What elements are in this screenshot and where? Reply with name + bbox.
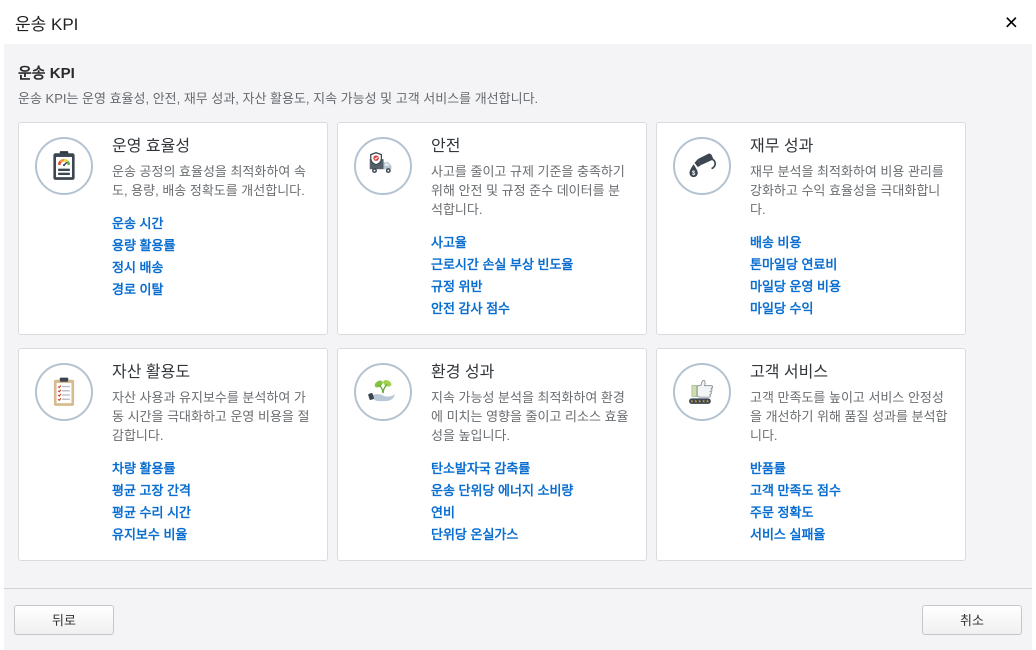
kpi-card-grid: 운영 효율성 운송 공정의 효율성을 최적화하여 속도, 용량, 배송 정확도를… <box>18 122 1018 561</box>
fuel-nozzle-dollar-icon: $ <box>685 149 719 183</box>
kpi-link[interactable]: 차량 활용률 <box>112 458 311 479</box>
kpi-link[interactable]: 마일당 운영 비용 <box>750 276 949 297</box>
card-icon-circle <box>35 363 93 421</box>
kpi-card-financial-performance: $ 재무 성과 재무 분석을 최적화하여 비용 관리를 강화하고 수익 효율성을… <box>656 122 966 335</box>
kpi-link[interactable]: 배송 비용 <box>750 232 949 253</box>
kpi-link[interactable]: 고객 만족도 점수 <box>750 480 949 501</box>
kpi-link-list: 차량 활용률 평균 고장 간격 평균 수리 시간 유지보수 비율 <box>112 458 311 545</box>
close-icon[interactable]: × <box>1003 11 1020 34</box>
thumbs-up-rating-icon: ★★★★★ <box>685 375 719 409</box>
dialog-header: 운송 KPI × <box>0 0 1036 44</box>
card-title: 운영 효율성 <box>112 136 311 158</box>
card-title: 재무 성과 <box>750 136 949 158</box>
kpi-link[interactable]: 안전 감사 점수 <box>431 298 630 319</box>
checklist-clipboard-icon <box>47 375 81 409</box>
card-title: 안전 <box>431 136 630 158</box>
kpi-link[interactable]: 평균 고장 간격 <box>112 480 311 501</box>
card-description: 운송 공정의 효율성을 최적화하여 속도, 용량, 배송 정확도를 개선합니다. <box>112 162 311 200</box>
card-icon-circle <box>35 137 93 195</box>
truck-shield-icon <box>366 149 400 183</box>
kpi-link[interactable]: 규정 위반 <box>431 276 630 297</box>
kpi-link[interactable]: 운송 단위당 에너지 소비량 <box>431 480 630 501</box>
page-title: 운송 KPI <box>18 64 1018 84</box>
card-title: 환경 성과 <box>431 362 630 384</box>
kpi-link[interactable]: 사고율 <box>431 232 630 253</box>
card-icon-circle <box>354 363 412 421</box>
kpi-link-list: 사고율 근로시간 손실 부상 빈도율 규정 위반 안전 감사 점수 <box>431 232 630 319</box>
kpi-link-list: 탄소발자국 감축률 운송 단위당 에너지 소비량 연비 단위당 온실가스 <box>431 458 630 545</box>
kpi-link[interactable]: 주문 정확도 <box>750 502 949 523</box>
kpi-link[interactable]: 유지보수 비율 <box>112 524 311 545</box>
kpi-link-list: 운송 시간 용량 활용률 정시 배송 경로 이탈 <box>112 213 311 300</box>
kpi-link[interactable]: 톤마일당 연료비 <box>750 254 949 275</box>
kpi-card-safety: 안전 사고를 줄이고 규제 기준을 충족하기 위해 안전 및 규정 준수 데이터… <box>337 122 647 335</box>
gauge-clipboard-icon <box>47 149 81 183</box>
card-icon-circle <box>354 137 412 195</box>
kpi-link[interactable]: 서비스 실패율 <box>750 524 949 545</box>
dialog-body-panel: 운송 KPI 운송 KPI는 운영 효율성, 안전, 재무 성과, 자산 활용도… <box>4 44 1032 650</box>
card-title: 자산 활용도 <box>112 362 311 384</box>
card-description: 자산 사용과 유지보수를 분석하여 가동 시간을 극대화하고 운영 비용을 절감… <box>112 388 311 445</box>
kpi-link[interactable]: 연비 <box>431 502 630 523</box>
kpi-card-environmental-performance: 환경 성과 지속 가능성 분석을 최적화하여 환경에 미치는 영향을 줄이고 리… <box>337 348 647 561</box>
kpi-card-customer-service: ★★★★★ 고객 서비스 고객 만족도를 높이고 서비스 안정성을 개선하기 위… <box>656 348 966 561</box>
card-description: 고객 만족도를 높이고 서비스 안정성을 개선하기 위해 품질 성과를 분석합니… <box>750 388 949 445</box>
kpi-link[interactable]: 마일당 수익 <box>750 298 949 319</box>
kpi-card-asset-utilization: 자산 활용도 자산 사용과 유지보수를 분석하여 가동 시간을 극대화하고 운영… <box>18 348 328 561</box>
kpi-link[interactable]: 단위당 온실가스 <box>431 524 630 545</box>
card-description: 재무 분석을 최적화하여 비용 관리를 강화하고 수익 효율성을 극대화합니다. <box>750 162 949 219</box>
dialog-footer: 뒤로 취소 <box>4 588 1032 650</box>
card-title: 고객 서비스 <box>750 362 949 384</box>
kpi-link[interactable]: 운송 시간 <box>112 213 311 234</box>
kpi-card-operational-efficiency: 운영 효율성 운송 공정의 효율성을 최적화하여 속도, 용량, 배송 정확도를… <box>18 122 328 335</box>
kpi-link[interactable]: 반품률 <box>750 458 949 479</box>
kpi-link-list: 배송 비용 톤마일당 연료비 마일당 운영 비용 마일당 수익 <box>750 232 949 319</box>
svg-text:★★★★★: ★★★★★ <box>690 399 710 404</box>
dialog-title: 운송 KPI <box>15 10 78 35</box>
back-button[interactable]: 뒤로 <box>14 605 114 635</box>
card-icon-circle: $ <box>673 137 731 195</box>
card-description: 지속 가능성 분석을 최적화하여 환경에 미치는 영향을 줄이고 리소스 효율성… <box>431 388 630 445</box>
kpi-link[interactable]: 경로 이탈 <box>112 279 311 300</box>
kpi-link[interactable]: 평균 수리 시간 <box>112 502 311 523</box>
kpi-link[interactable]: 정시 배송 <box>112 257 311 278</box>
page-description: 운송 KPI는 운영 효율성, 안전, 재무 성과, 자산 활용도, 지속 가능… <box>18 90 1018 108</box>
kpi-link[interactable]: 근로시간 손실 부상 빈도율 <box>431 254 630 275</box>
hand-sprout-icon <box>366 375 400 409</box>
dialog-content: 운송 KPI 운송 KPI는 운영 효율성, 안전, 재무 성과, 자산 활용도… <box>4 44 1032 561</box>
card-description: 사고를 줄이고 규제 기준을 충족하기 위해 안전 및 규정 준수 데이터를 분… <box>431 162 630 219</box>
card-icon-circle: ★★★★★ <box>673 363 731 421</box>
kpi-link[interactable]: 용량 활용률 <box>112 235 311 256</box>
cancel-button[interactable]: 취소 <box>922 605 1022 635</box>
kpi-link-list: 반품률 고객 만족도 점수 주문 정확도 서비스 실패율 <box>750 458 949 545</box>
kpi-link[interactable]: 탄소발자국 감축률 <box>431 458 630 479</box>
